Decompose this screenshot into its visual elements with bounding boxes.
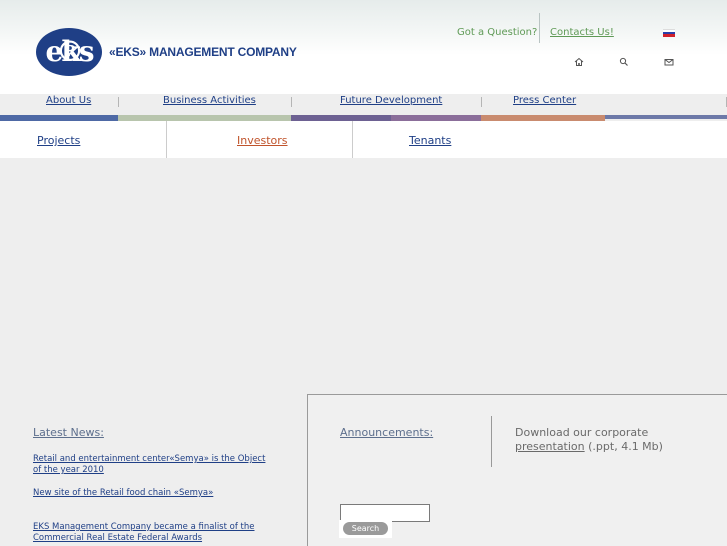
nav-separator [481,97,482,107]
header: eks ® «EKS» MANAGEMENT COMPANY Got a Que… [0,0,727,94]
download-suffix: (.ppt, 4.1 Mb) [584,440,663,453]
subnav-separator [166,121,167,158]
news-item[interactable]: Retail and entertainment center«Semya» i… [33,454,273,476]
presentation-link[interactable]: presentation [515,440,585,453]
eks-logo[interactable]: eks ® [36,28,102,76]
nav-future-development[interactable]: Future Development [340,95,442,106]
nav-separator [118,97,119,107]
news-item[interactable]: New site of the Retail food chain «Semya… [33,488,273,499]
news-item[interactable]: EKS Management Company became a finalist… [33,522,273,544]
announcements-heading[interactable]: Announcements: [340,426,433,439]
latest-news-heading[interactable]: Latest News: [33,426,104,439]
search-button[interactable]: Search [343,522,388,535]
subnav-investors[interactable]: Investors [237,134,288,147]
subnav-separator [352,121,353,158]
nav-color-bar-end [605,115,727,119]
contacts-link[interactable]: Contacts Us! [550,27,614,38]
nav-about-us[interactable]: About Us [46,95,91,106]
header-divider [539,13,540,43]
content-area [0,158,727,394]
subnav-tenants[interactable]: Tenants [409,134,451,147]
download-prefix: Download our corporate [515,426,649,439]
russian-flag-icon[interactable] [663,29,675,37]
nav-business-activities[interactable]: Business Activities [163,95,256,106]
download-presentation: Download our corporate presentation (.pp… [515,426,695,454]
main-nav: About Us Business Activities Future Deve… [0,94,727,115]
nav-press-center[interactable]: Press Center [513,95,576,106]
search-button-wrap: Search [339,520,392,538]
company-name: «EKS» MANAGEMENT COMPANY [109,45,297,59]
mail-icon[interactable] [662,55,676,69]
announcements-divider [491,416,492,467]
logo-registered-mark: ® [56,35,84,68]
search-icon[interactable] [617,55,631,69]
subnav-projects[interactable]: Projects [37,134,80,147]
home-icon[interactable] [572,55,586,69]
nav-separator [291,97,292,107]
sub-nav: Projects Investors Tenants [0,121,727,158]
question-text: Got a Question? [457,27,538,38]
